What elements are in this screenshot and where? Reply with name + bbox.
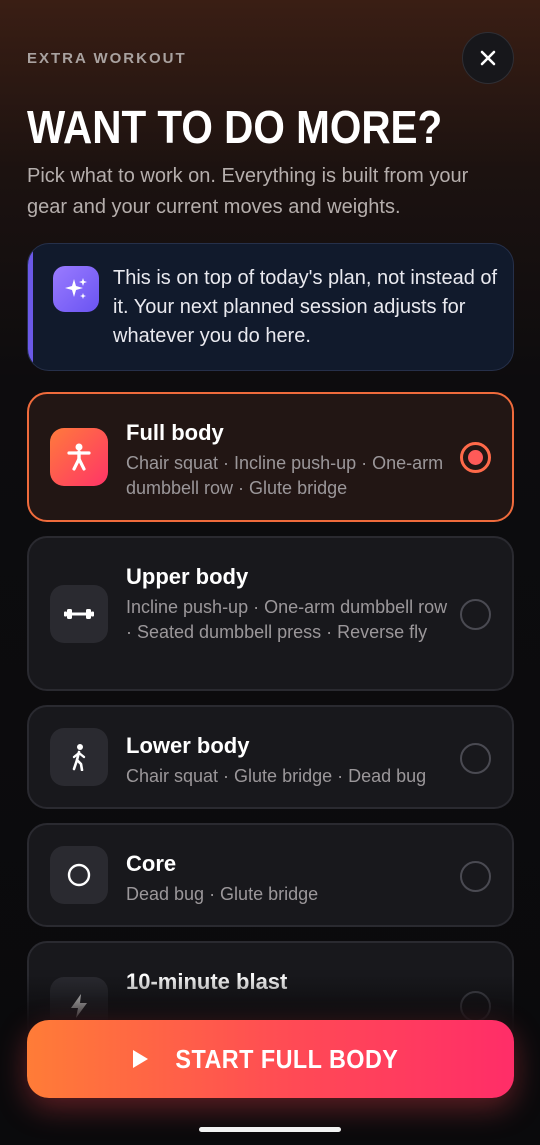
info-accent-bar [28, 244, 33, 370]
walking-icon [50, 728, 108, 786]
play-icon [132, 1050, 148, 1068]
info-banner: This is on top of today's plan, not inst… [27, 243, 514, 371]
option-full-body[interactable]: Full body Chair squat · Incline push-up … [27, 392, 514, 522]
option-title: Full body [126, 420, 224, 445]
info-text: This is on top of today's plan, not inst… [113, 267, 498, 347]
option-lower-body[interactable]: Lower body Chair squat · Glute bridge · … [27, 705, 514, 809]
option-upper-body[interactable]: Upper body Incline push-up · One-arm dum… [27, 536, 514, 691]
radio-selected[interactable] [460, 442, 491, 473]
option-description: Chair squat · Incline push-up · One-arm … [126, 453, 444, 498]
radio-unselected[interactable] [460, 861, 491, 892]
option-title: 10-minute blast [126, 969, 288, 994]
start-workout-button[interactable]: START FULL BODY [27, 1020, 514, 1098]
radio-unselected[interactable] [460, 743, 491, 774]
person-icon [50, 428, 108, 486]
start-button-label: START FULL BODY [175, 1043, 398, 1074]
close-icon [480, 50, 496, 66]
radio-unselected[interactable] [460, 599, 491, 630]
sparkles-icon [53, 266, 99, 312]
circle-icon [50, 846, 108, 904]
page-title: WANT TO DO MORE? [27, 101, 443, 153]
option-description: Dead bug · Glute bridge [126, 884, 319, 904]
option-core[interactable]: Core Dead bug · Glute bridge [27, 823, 514, 927]
option-title: Lower body [126, 733, 250, 758]
radio-unselected[interactable] [460, 991, 491, 1022]
home-indicator [199, 1127, 341, 1132]
option-title: Core [126, 851, 177, 876]
option-description: Chair squat · Glute bridge · Dead bug [126, 766, 427, 786]
option-title: Upper body [126, 564, 249, 589]
dumbbell-icon [50, 585, 108, 643]
page-subtitle: Pick what to work on. Everything is buil… [27, 165, 469, 218]
close-button[interactable] [462, 32, 514, 84]
eyebrow-label: EXTRA WORKOUT [27, 50, 187, 67]
option-description: Incline push-up · One-arm dumbbell row ·… [126, 597, 448, 642]
